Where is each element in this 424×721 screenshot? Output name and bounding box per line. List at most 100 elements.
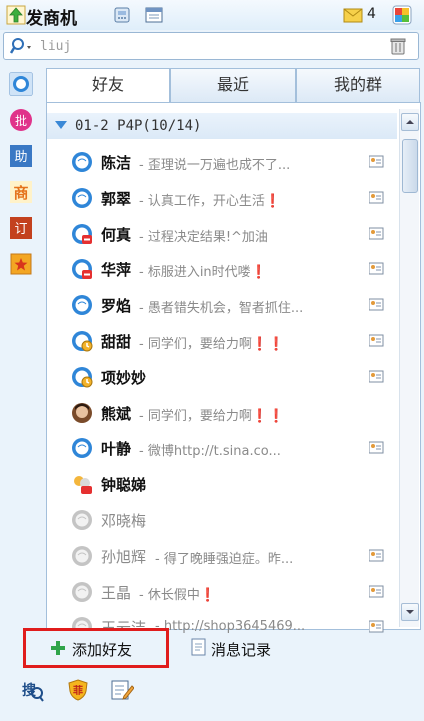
contact-card-icon[interactable] (369, 334, 385, 348)
contact-row[interactable]: 邓晓梅 (47, 503, 397, 537)
add-friend-label: 添加好友 (72, 641, 133, 659)
mail-count: 4 (367, 6, 376, 22)
arrow-down-icon (406, 610, 414, 614)
contact-avatar-icon[interactable] (71, 509, 93, 531)
contact-name: 项妙妙 (101, 368, 147, 387)
expand-triangle-icon[interactable] (55, 121, 67, 129)
batch-icon[interactable]: 批 (9, 108, 33, 132)
left-toolbar: 批 助 商 订 (0, 66, 42, 626)
group-header[interactable]: 01-2 P4P(10/14) (47, 113, 397, 139)
app-title: 发商机 (26, 9, 77, 29)
search-input[interactable] (40, 36, 370, 56)
contact-signature: - 认真工作，开心生活❗ (139, 193, 282, 209)
contact-avatar-icon[interactable] (71, 437, 93, 459)
edit-notes-icon[interactable] (110, 678, 134, 702)
contact-avatar-icon[interactable] (71, 151, 93, 173)
contact-signature: - 同学们，要给力啊❗❗ (139, 337, 285, 352)
scrollbar[interactable] (399, 109, 419, 627)
contact-signature: - 同学们，要给力啊❗❗ (139, 408, 285, 424)
arrow-up-icon (406, 120, 414, 124)
business-icon[interactable]: 商 (9, 180, 33, 204)
contact-row[interactable]: 郭翠 - 认真工作，开心生活❗ (47, 181, 397, 215)
svg-text:订: 订 (14, 222, 27, 237)
contact-tabs: 好友 最近 我的群 (46, 68, 420, 103)
contact-row[interactable]: 钟聪娣 (47, 467, 397, 501)
find-search-icon[interactable]: 搜 (20, 678, 44, 702)
trash-icon[interactable] (388, 36, 408, 56)
contact-name: 华萍 (101, 261, 132, 280)
message-log-button[interactable]: 消息记录 (211, 639, 271, 660)
order-icon[interactable]: 订 (9, 216, 33, 240)
contact-avatar-icon[interactable] (71, 366, 93, 388)
svg-text:批: 批 (15, 113, 27, 128)
scroll-up-button[interactable] (401, 113, 419, 131)
contact-name: 罗焰 (101, 297, 132, 316)
svg-text:商: 商 (13, 184, 28, 202)
contact-avatar-icon[interactable] (71, 294, 93, 316)
skin-palette-icon[interactable] (392, 5, 412, 25)
top-bar: 发商机 4 (0, 0, 424, 30)
message-log-icon[interactable] (190, 638, 208, 656)
contact-row[interactable]: 陈洁 - 歪理说一万遍也成不了... (47, 145, 397, 179)
contact-signature: - 得了晚睡强迫症。昨... (155, 551, 294, 567)
assistant-icon[interactable]: 助 (9, 144, 33, 168)
favorites-icon[interactable] (9, 252, 33, 276)
contact-row[interactable]: 华萍 - 标服进入in时代喽❗ (47, 252, 397, 286)
add-friend-button[interactable]: 添加好友 (23, 628, 169, 668)
contact-avatar-icon[interactable] (71, 473, 93, 495)
upgrade-arrow-icon[interactable] (6, 5, 26, 25)
svg-text:助: 助 (14, 150, 27, 165)
contact-row[interactable]: 罗焰 - 愚者错失机会，智者抓住... (47, 288, 397, 322)
mail-icon[interactable] (343, 5, 363, 25)
contact-row[interactable]: 王晶 - 休长假中❗ (47, 575, 397, 609)
search-icon[interactable] (10, 37, 36, 55)
contact-name: 王晶 (101, 583, 132, 602)
contact-card-icon[interactable] (369, 370, 385, 384)
contact-avatar-icon[interactable] (71, 187, 93, 209)
contact-signature: - 愚者错失机会，智者抓住... (139, 301, 304, 317)
tab-friends[interactable]: 好友 (46, 68, 170, 103)
search-bar (3, 32, 419, 60)
tab-my-groups[interactable]: 我的群 (296, 68, 420, 102)
contact-row[interactable]: 叶静 - 微博http://t.sina.co... (47, 431, 397, 465)
contact-card-icon[interactable] (369, 155, 385, 169)
contact-card-icon[interactable] (369, 585, 385, 599)
contact-card-icon[interactable] (369, 441, 385, 455)
contact-row[interactable]: 熊斌 - 同学们，要给力啊❗❗ (47, 396, 397, 430)
contact-row[interactable]: 何真 - 过程决定结果!^加油 (47, 217, 397, 251)
contact-card-icon[interactable] (369, 298, 385, 312)
contact-card-icon[interactable] (369, 262, 385, 276)
contact-row[interactable]: 甜甜 - 同学们，要给力啊❗❗ (47, 324, 397, 358)
contact-avatar-icon[interactable] (71, 330, 93, 352)
contact-avatar-icon[interactable] (71, 402, 93, 424)
svg-text:菲: 菲 (73, 684, 83, 697)
contact-card-icon[interactable] (369, 549, 385, 563)
scroll-down-button[interactable] (401, 603, 419, 621)
plus-icon (51, 641, 65, 655)
contact-name: 熊斌 (101, 404, 132, 423)
group-label: 01-2 P4P(10/14) (75, 118, 202, 134)
contact-card-icon[interactable] (369, 620, 385, 634)
contacts-icon[interactable] (9, 72, 33, 96)
contact-avatar-icon[interactable] (71, 581, 93, 603)
contact-card-icon[interactable] (369, 227, 385, 241)
contact-avatar-icon[interactable] (71, 545, 93, 567)
phone-icon[interactable] (112, 5, 132, 25)
contact-row[interactable]: 项妙妙 (47, 360, 397, 394)
tab-recent[interactable]: 最近 (170, 68, 296, 102)
contact-signature: - 微博http://t.sina.co... (139, 444, 281, 460)
contact-row[interactable]: 孙旭辉 - 得了晚睡强迫症。昨... (47, 539, 397, 573)
contact-avatar-icon[interactable] (71, 258, 93, 280)
document-icon[interactable] (144, 5, 164, 25)
contact-name: 陈洁 (101, 154, 132, 172)
contact-list-panel: 01-2 P4P(10/14) 陈洁 - 歪理说一万遍也成不了... 郭翠 - 认真工… (46, 102, 421, 638)
contact-avatar-icon[interactable] (71, 223, 93, 245)
contact-name: 何真 (101, 225, 132, 244)
contact-card-icon[interactable] (369, 191, 385, 205)
contact-name: 郭翠 (101, 189, 132, 208)
contact-signature: - 过程决定结果!^加油 (139, 229, 268, 245)
shield-icon[interactable]: 菲 (66, 678, 90, 702)
scroll-thumb[interactable] (402, 139, 418, 193)
contact-signature: - 标服进入in时代喽❗ (139, 265, 267, 281)
contact-signature: - 歪理说一万遍也成不了... (139, 158, 291, 173)
